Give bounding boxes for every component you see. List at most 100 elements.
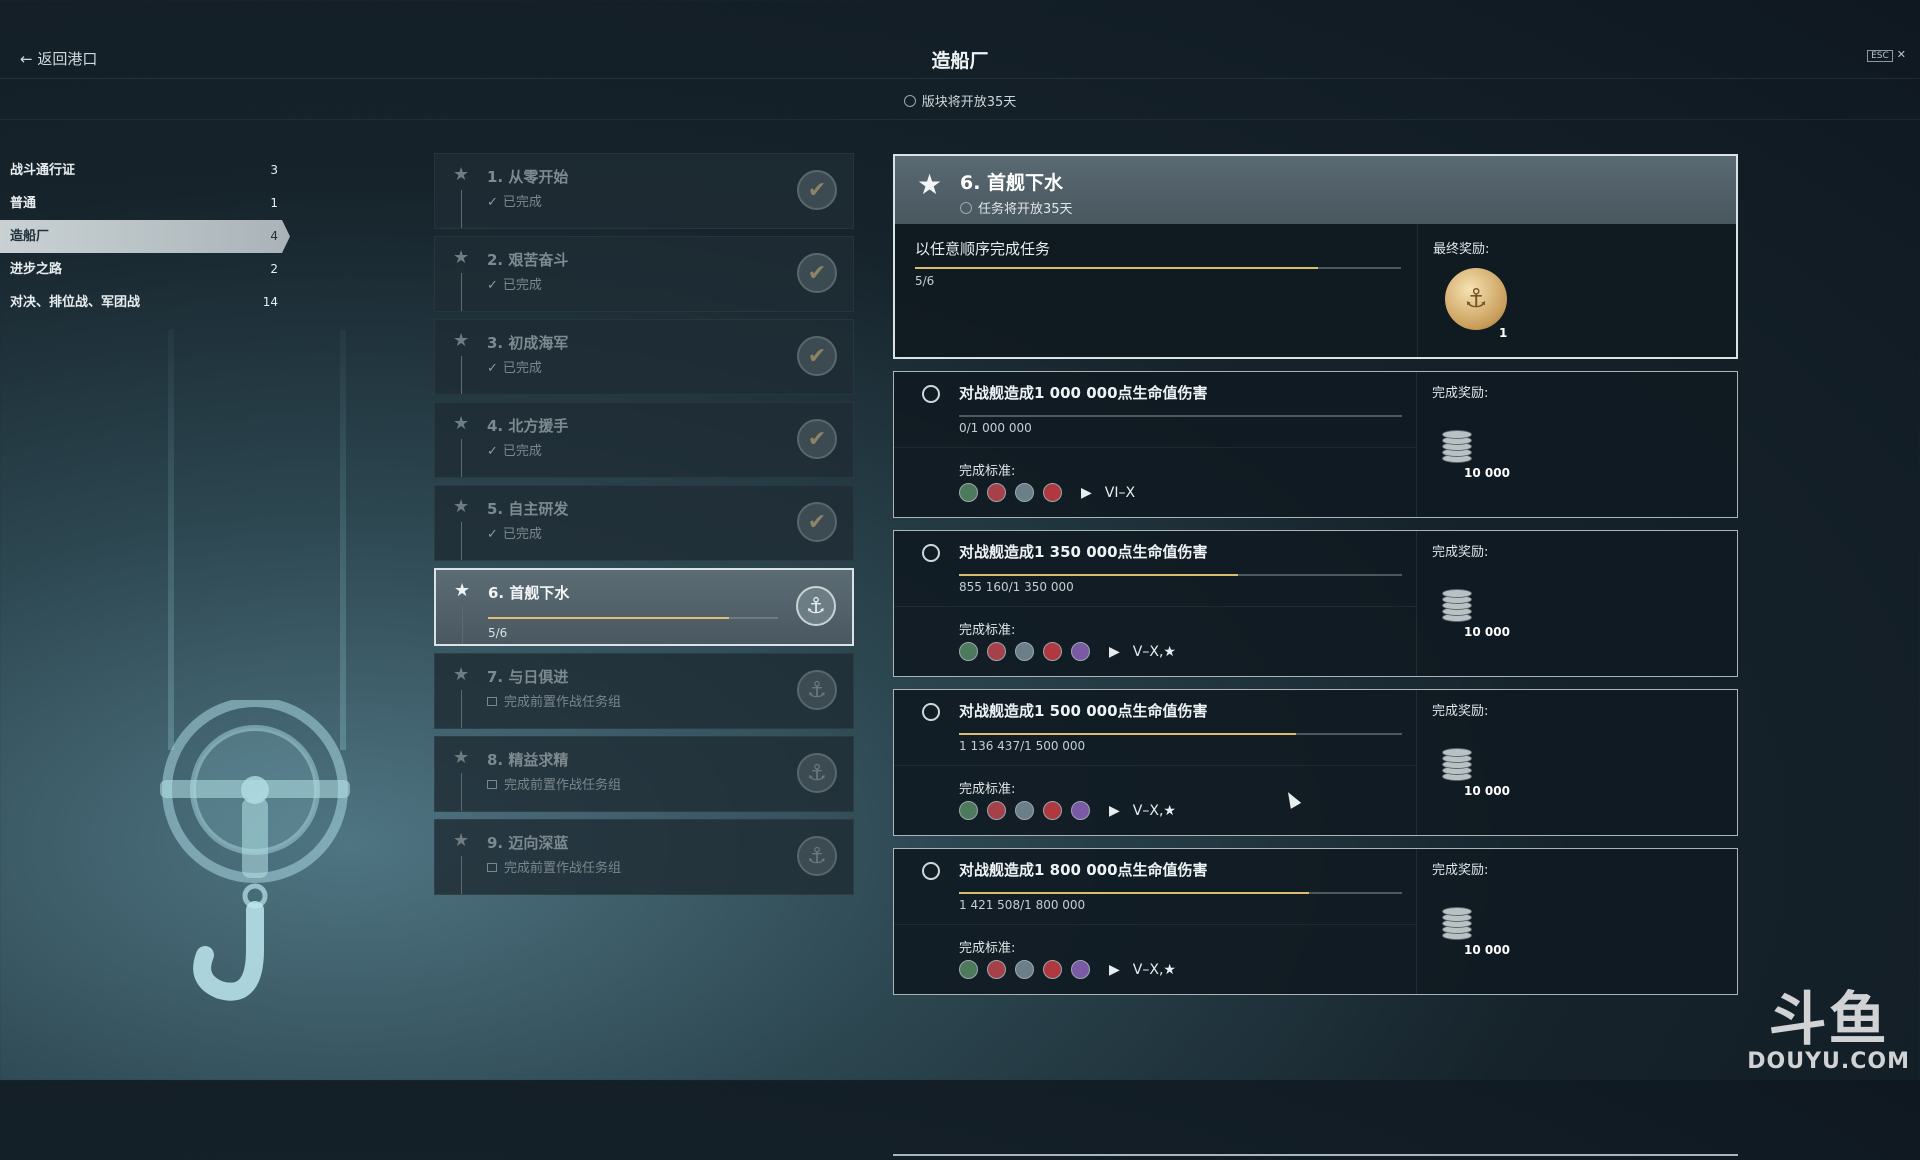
sidebar-item-count: 4 — [270, 229, 278, 243]
lock-icon — [487, 863, 497, 872]
sidebar-item-count: 2 — [270, 262, 278, 276]
reward-label: 完成奖励: — [1432, 545, 1489, 560]
mission-progress-text: 0/1 000 000 — [959, 421, 1032, 435]
ship-class-icon — [1043, 483, 1062, 502]
sidebar-item[interactable]: 进步之路 2 — [0, 253, 290, 286]
sidebar-item-label: 造船厂 — [10, 229, 50, 244]
final-reward-label: 最终奖励: — [1433, 242, 1490, 257]
mission-radio-button[interactable] — [922, 385, 940, 403]
check-icon: ✓ — [487, 361, 498, 376]
task-item[interactable]: ★ 1. 从零开始 ✓ 已完成 ✔ — [434, 153, 854, 229]
task-name: 1. 从零开始 — [487, 168, 569, 186]
final-reward-count: 1 — [1499, 326, 1508, 340]
check-icon: ✓ — [487, 195, 498, 210]
lock-icon — [487, 780, 497, 789]
mission-progress-bar — [959, 733, 1402, 735]
sidebar-item-count: 14 — [262, 295, 278, 309]
task-item[interactable]: ★ 4. 北方援手 ✓ 已完成 ✔ — [434, 402, 854, 478]
task-status: 完成前置作战任务组 — [487, 857, 621, 876]
task-item[interactable]: ★ 8. 精益求精 完成前置作战任务组 ⚓ — [434, 736, 854, 812]
task-item[interactable]: ★ 9. 迈向深蓝 完成前置作战任务组 ⚓ — [434, 819, 854, 895]
ship-class-icon — [987, 801, 1006, 820]
summary-header: ★ 6. 首舰下水 任务将开放35天 — [895, 156, 1736, 224]
check-icon: ✓ — [487, 527, 498, 542]
task-name: 9. 迈向深蓝 — [487, 834, 569, 852]
sidebar-item-count: 3 — [270, 163, 278, 177]
nation-flag-icon: ▶ — [1109, 802, 1120, 819]
task-name: 5. 自主研发 — [487, 500, 569, 518]
mission-card: 对战舰造成1 800 000点生命值伤害 1 421 508/1 800 000… — [893, 848, 1738, 995]
task-status: ✓ 已完成 — [487, 444, 542, 459]
hook-badge-icon: ⚓ — [797, 670, 837, 710]
star-icon: ★ — [453, 830, 470, 851]
clock-icon — [960, 202, 972, 214]
reward-amount: 10 000 — [1464, 625, 1510, 639]
ship-class-icon — [959, 642, 978, 661]
task-item[interactable]: ★ 5. 自主研发 ✓ 已完成 ✔ — [434, 485, 854, 561]
connector-line — [461, 273, 462, 311]
sidebar-item[interactable]: 对决、排位战、军团战 14 — [0, 286, 290, 319]
task-name: 7. 与日俱进 — [487, 668, 569, 686]
check-icon: ✓ — [487, 444, 498, 459]
check-icon: ✓ — [487, 278, 498, 293]
sidebar: 战斗通行证 3 普通 1 造船厂 4 进步之路 2 对决、排位战、军团战 14 — [0, 154, 290, 319]
mission-radio-button[interactable] — [922, 544, 940, 562]
task-item[interactable]: ★ 2. 艰苦奋斗 ✓ 已完成 ✔ — [434, 236, 854, 312]
ship-class-icon — [1071, 642, 1090, 661]
connector-line — [461, 356, 462, 394]
sidebar-item-label: 普通 — [10, 196, 37, 211]
mission-title: 对战舰造成1 350 000点生命值伤害 — [959, 543, 1208, 561]
sidebar-item[interactable]: 造船厂 4 — [0, 220, 290, 253]
star-icon: ★ — [453, 747, 470, 768]
ship-class-icon — [959, 801, 978, 820]
connector-line — [461, 190, 462, 228]
douyu-watermark: 斗鱼 DOUYU.COM — [1747, 989, 1910, 1074]
connector-line — [462, 606, 463, 644]
mission-progress-text: 855 160/1 350 000 — [959, 580, 1074, 594]
mission-progress-bar — [959, 415, 1402, 417]
criteria-icons: ▶ V–X,★ — [959, 801, 1176, 820]
reward-amount: 10 000 — [1464, 784, 1510, 798]
ship-class-icon — [1071, 801, 1090, 820]
tier-range: VI–X — [1104, 484, 1136, 501]
more-missions-edge — [893, 1154, 1738, 1160]
mission-radio-button[interactable] — [922, 703, 940, 721]
divider — [1416, 531, 1417, 676]
ship-class-icon — [959, 960, 978, 979]
task-status: 完成前置作战任务组 — [487, 691, 621, 710]
sidebar-item-label: 进步之路 — [10, 262, 63, 277]
criteria-label: 完成标准: — [959, 782, 1016, 797]
ship-class-icon — [1071, 960, 1090, 979]
task-item[interactable]: ★ 7. 与日俱进 完成前置作战任务组 ⚓ — [434, 653, 854, 729]
divider — [894, 447, 1416, 448]
reward-amount: 10 000 — [1464, 943, 1510, 957]
connector-line — [461, 773, 462, 811]
task-name: 8. 精益求精 — [487, 751, 569, 769]
criteria-icons: ▶ VI–X — [959, 483, 1135, 502]
star-icon: ★ — [917, 168, 943, 201]
watermark-logo: 斗鱼 — [1768, 985, 1889, 1053]
page-title: 造船厂 — [931, 50, 989, 72]
tier-range: V–X,★ — [1132, 643, 1176, 660]
summary-description: 以任意顺序完成任务 — [915, 240, 1051, 258]
sidebar-item[interactable]: 普通 1 — [0, 187, 290, 220]
mission-list: 对战舰造成1 000 000点生命值伤害 0/1 000 000 完成标准: ▶… — [893, 371, 1738, 995]
ship-class-icon — [1015, 483, 1034, 502]
ship-class-icon — [987, 483, 1006, 502]
mission-title: 对战舰造成1 500 000点生命值伤害 — [959, 702, 1208, 720]
nation-flag-icon: ▶ — [1081, 484, 1092, 501]
connector-line — [461, 690, 462, 728]
medal-reward-icon: ⚓ — [1445, 268, 1507, 330]
task-item[interactable]: ★ 3. 初成海军 ✓ 已完成 ✔ — [434, 319, 854, 395]
ship-class-icon — [1043, 960, 1062, 979]
mission-progress-bar — [959, 574, 1402, 576]
criteria-icons: ▶ V–X,★ — [959, 960, 1176, 979]
star-icon: ★ — [453, 164, 470, 185]
divider — [894, 606, 1416, 607]
sidebar-item[interactable]: 战斗通行证 3 — [0, 154, 290, 187]
task-item[interactable]: ★ 6. 首舰下水 5/6 ⚓ — [434, 568, 854, 646]
mission-radio-button[interactable] — [922, 862, 940, 880]
close-button[interactable]: ESC ✕ — [1867, 48, 1906, 62]
completed-check-icon: ✔ — [797, 419, 837, 459]
star-icon: ★ — [453, 247, 470, 268]
